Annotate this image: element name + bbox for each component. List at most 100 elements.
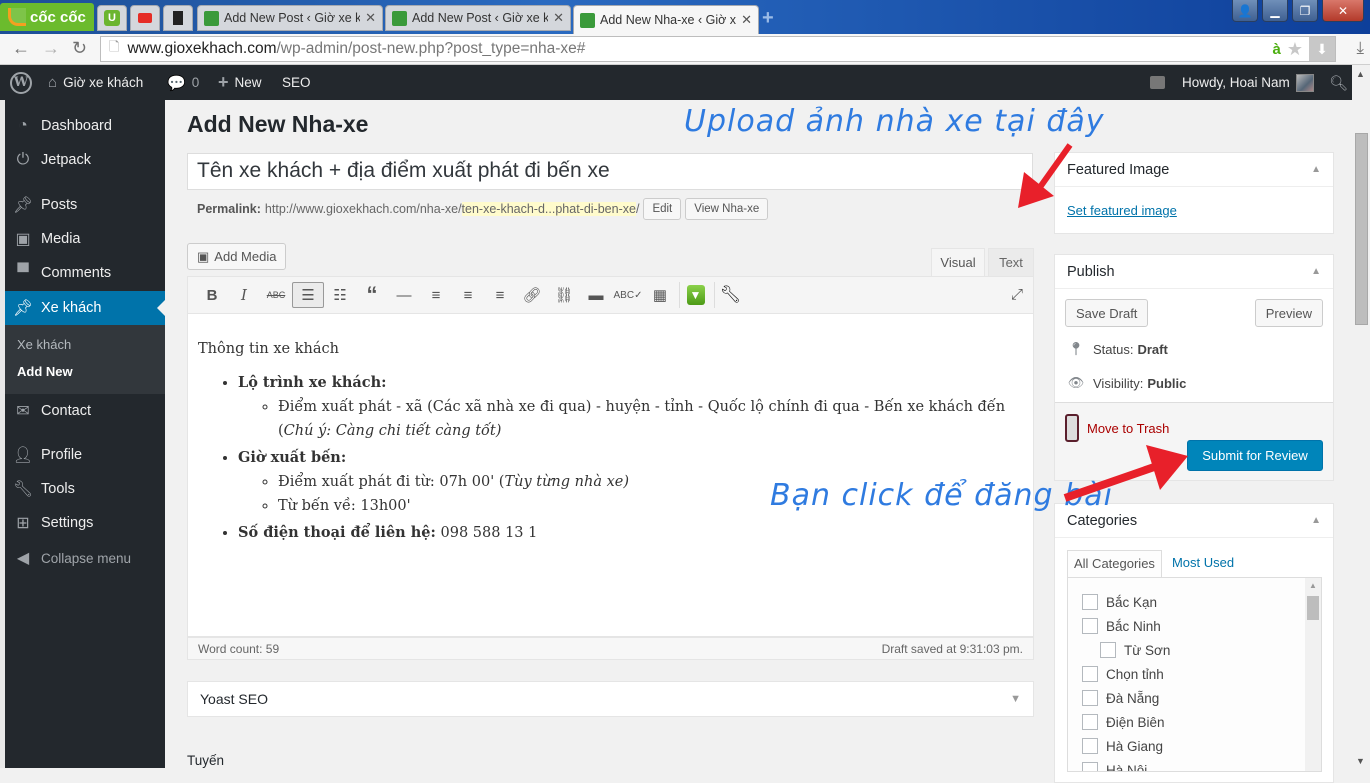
collapse-menu-button[interactable]: ◀ Collapse menu (5, 541, 165, 575)
align-center-icon[interactable]: ≡ (452, 282, 484, 308)
profile-button[interactable]: 👤 (1232, 0, 1258, 22)
category-item[interactable]: Hà Giang (1082, 738, 1163, 754)
scroll-thumb[interactable] (1355, 133, 1368, 325)
yoast-seo-box[interactable]: Yoast SEO ▼ (187, 681, 1034, 717)
new-content-link[interactable]: + New (218, 65, 262, 100)
search-icon[interactable]: 🔍︎ (1329, 65, 1348, 100)
close-tab-icon[interactable]: ✕ (741, 12, 752, 28)
category-item[interactable]: Chọn tỉnh (1082, 666, 1164, 682)
toggle-arrow-icon[interactable]: ▲ (1311, 515, 1321, 526)
unlink-icon[interactable]: ⛓ (548, 282, 580, 308)
save-draft-button[interactable]: Save Draft (1065, 299, 1149, 327)
close-window-button[interactable]: ✕ (1322, 0, 1364, 22)
sidebar-item-contact[interactable]: ✉ Contact (5, 394, 165, 428)
set-featured-image-link[interactable]: Set featured image (1067, 203, 1177, 218)
sidebar-item-xe-khach[interactable]: 📌︎ Xe khách (5, 291, 165, 325)
tab-add-new-post-2[interactable]: Add New Post ‹ Giờ xe khách✕ (385, 5, 571, 31)
close-tab-icon[interactable]: ✕ (365, 10, 376, 26)
checkbox[interactable] (1082, 762, 1098, 771)
category-item[interactable]: Bắc Kạn (1082, 594, 1157, 610)
submenu-xe-khach[interactable]: Xe khách (17, 337, 71, 352)
scroll-up-icon[interactable]: ▲ (1356, 69, 1365, 79)
align-left-icon[interactable]: ≡ (420, 282, 452, 308)
category-item[interactable]: Từ Sơn (1100, 642, 1170, 658)
bold-icon[interactable]: B (196, 282, 228, 308)
checkbox[interactable] (1082, 618, 1098, 634)
checkbox[interactable] (1082, 714, 1098, 730)
submenu-add-new[interactable]: Add New (17, 364, 73, 379)
category-item[interactable]: Điện Biên (1082, 714, 1165, 730)
sidebar-item-jetpack[interactable]: ⏻ Jetpack (5, 143, 165, 177)
tab-add-new-nha-xe[interactable]: Add New Nha-xe ‹ Giờ xe khách✕ (573, 5, 759, 34)
view-post-button[interactable]: View Nha-xe (685, 198, 769, 220)
read-more-icon[interactable]: ▬ (580, 282, 612, 308)
editor-content[interactable]: Thông tin xe khách Lộ trình xe khách: Đi… (187, 314, 1034, 637)
sidebar-item-media[interactable]: ▣ Media (5, 222, 165, 256)
submit-for-review-button[interactable]: Submit for Review (1187, 440, 1323, 471)
translit-icon[interactable]: à (1273, 41, 1281, 58)
sidebar-item-posts[interactable]: 📌︎ Posts (5, 188, 165, 222)
sidebar-item-profile[interactable]: 👤︎ Profile (5, 438, 165, 472)
sidebar-item-dashboard[interactable]: ◔ Dashboard (5, 109, 165, 143)
forward-icon[interactable]: → (42, 38, 60, 59)
fullscreen-icon[interactable]: ⤢ (1011, 286, 1023, 303)
plugin-pin-icon[interactable]: ▼ (679, 282, 711, 308)
comments-link[interactable]: 💬 0 (167, 65, 199, 100)
checkbox[interactable] (1082, 666, 1098, 682)
sidebar-item-settings[interactable]: ⊞ Settings (5, 506, 165, 540)
back-icon[interactable]: ← (12, 38, 30, 59)
category-item[interactable]: Hà Nội (1082, 762, 1147, 771)
pinned-tab-u[interactable]: U (97, 5, 127, 31)
account-menu[interactable]: Howdy, Hoai Nam (1182, 65, 1314, 100)
browser-logo[interactable]: cốc cốc (0, 3, 94, 31)
spellcheck-icon[interactable]: ABC✓ (612, 282, 644, 308)
link-icon[interactable]: 🔗︎ (516, 282, 548, 308)
restore-button[interactable]: ❐ (1292, 0, 1318, 22)
tab-most-used[interactable]: Most Used (1162, 550, 1240, 578)
blockquote-icon[interactable]: “ (356, 282, 388, 308)
bullet-list-icon[interactable]: ☰ (292, 282, 324, 308)
italic-icon[interactable]: I (228, 282, 260, 308)
align-right-icon[interactable]: ≡ (484, 282, 516, 308)
notification-icon[interactable] (1150, 65, 1165, 100)
minimize-button[interactable]: ▁ (1262, 0, 1288, 22)
tab-add-new-post-1[interactable]: Add New Post ‹ Giờ xe khách✕ (197, 5, 383, 31)
toggle-arrow-icon[interactable]: ▼ (1010, 693, 1021, 705)
horizontal-line-icon[interactable]: — (388, 282, 420, 308)
tab-all-categories[interactable]: All Categories (1067, 550, 1162, 578)
add-media-button[interactable]: ▣ Add Media (187, 243, 287, 270)
seo-link[interactable]: SEO (282, 65, 311, 100)
tab-visual[interactable]: Visual (931, 248, 985, 276)
move-to-trash-link[interactable]: Move to Trash (1065, 414, 1169, 442)
star-icon[interactable]: ★ (1287, 39, 1303, 60)
category-item[interactable]: Đà Nẵng (1082, 690, 1159, 706)
checkbox[interactable] (1082, 738, 1098, 754)
checkbox[interactable] (1082, 594, 1098, 610)
checkbox[interactable] (1082, 690, 1098, 706)
sidebar-item-tools[interactable]: 🔧︎ Tools (5, 472, 165, 506)
pinned-tab-youtube[interactable] (130, 5, 160, 31)
wrench-icon[interactable]: 🔧︎ (714, 282, 746, 308)
wp-logo-menu[interactable]: W (10, 65, 32, 100)
site-name-link[interactable]: ⌂ Giờ xe khách (48, 65, 143, 100)
category-item[interactable]: Bắc Ninh (1082, 618, 1161, 634)
downloads-icon[interactable]: ⤓ (1356, 38, 1364, 58)
page-scrollbar[interactable]: ▲ ▼ (1352, 65, 1370, 768)
category-scrollbar[interactable]: ▲ (1305, 578, 1321, 771)
strikethrough-icon[interactable]: ABC (260, 282, 292, 308)
checkbox[interactable] (1100, 642, 1116, 658)
url-bar[interactable]: 🗋 www.gioxekhach.com/wp-admin/post-new.p… (100, 36, 1336, 62)
toggle-arrow-icon[interactable]: ▲ (1311, 164, 1321, 175)
scroll-down-icon[interactable]: ▼ (1356, 756, 1365, 766)
download-icon[interactable]: ⬇ (1309, 37, 1335, 61)
sidebar-item-comments[interactable]: ▀ Comments (5, 256, 165, 290)
close-tab-icon[interactable]: ✕ (553, 10, 564, 26)
tab-text[interactable]: Text (988, 248, 1034, 276)
post-title-input[interactable]: Tên xe khách + địa điểm xuất phát đi bến… (187, 153, 1033, 190)
toggle-arrow-icon[interactable]: ▲ (1311, 266, 1321, 277)
pinned-tab-3[interactable] (163, 5, 193, 31)
reload-icon[interactable]: ↻ (72, 38, 87, 59)
edit-permalink-button[interactable]: Edit (643, 198, 682, 220)
new-tab-button[interactable]: + (762, 7, 774, 30)
permalink-slug[interactable]: ten-xe-khach-d...phat-di-ben-xe (461, 202, 636, 216)
